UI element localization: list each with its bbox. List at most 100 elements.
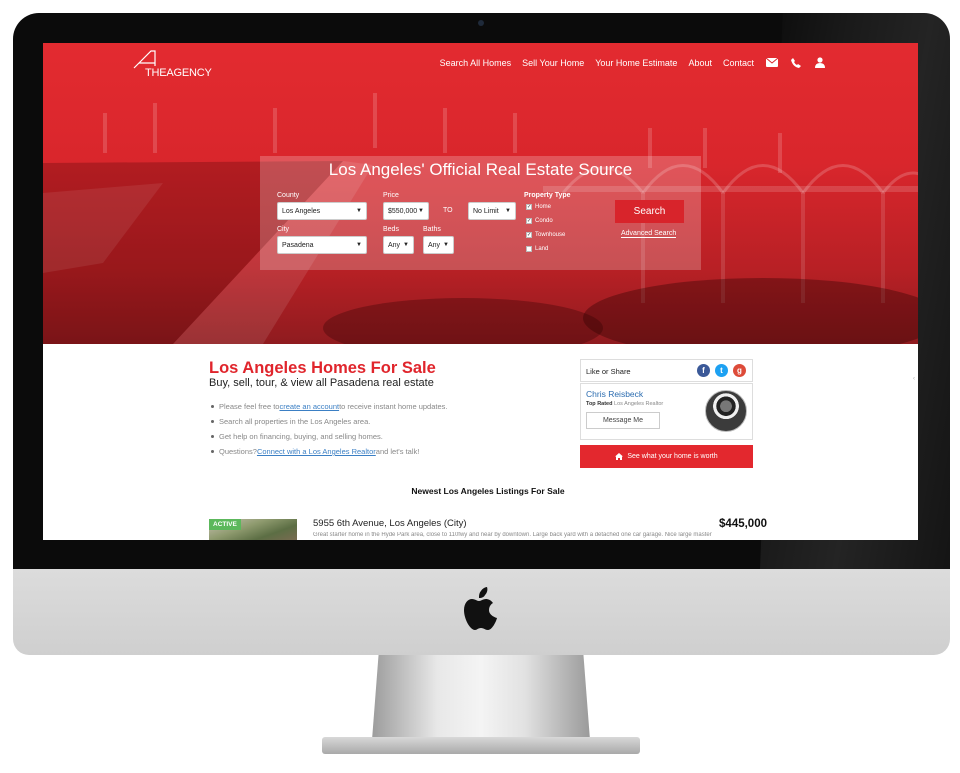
county-value: Los Angeles [282,208,321,215]
city-value: Pasadena [282,242,314,249]
checkbox-checked[interactable]: ✓ [526,218,532,224]
baths-value: Any [428,242,441,249]
list-item: Search all properties in the Los Angeles… [209,414,448,429]
page-subheading: Buy, sell, tour, & view all Pasadena rea… [209,377,434,389]
agent-title: Los Angeles Realtor [614,401,664,407]
create-account-link[interactable]: create an account [279,402,339,411]
nav-home-estimate[interactable]: Your Home Estimate [595,58,677,68]
logo-text: THEAGENCY [145,67,212,79]
price-min-select[interactable]: $550,000 ▼ [383,202,429,220]
beds-select[interactable]: Any ▼ [383,236,414,254]
browser-screen: THEAGENCY Search All Homes Sell Your Hom… [43,43,918,540]
list-item: Questions? Connect with a Los Angeles Re… [209,444,448,459]
home-icon [615,453,624,460]
property-type-townhouse[interactable]: ✓ Townhouse [526,232,565,238]
bullet-icon [211,420,214,423]
chevron-down-icon: ▼ [443,242,449,248]
listing-price: $445,000 [719,518,767,530]
beds-label: Beds [383,226,399,233]
search-button[interactable]: Search [615,200,684,223]
city-label: City [277,226,290,233]
status-badge: ACTIVE [209,519,241,530]
baths-label: Baths [423,226,441,233]
list-text: Search all properties in the Los Angeles… [219,417,371,426]
bullet-icon [211,450,214,453]
property-type-land[interactable]: Land [526,246,548,252]
nav-sell-your-home[interactable]: Sell Your Home [522,58,584,68]
listings-heading: Newest Los Angeles Listings For Sale [411,486,565,496]
checkbox-checked[interactable]: ✓ [526,232,532,238]
property-type-home[interactable]: ✓ Home [526,204,551,210]
county-label: County [277,192,300,199]
feature-list: Please feel free to create an account to… [209,399,448,459]
price-max-select[interactable]: No Limit ▼ [468,202,516,220]
monitor-stand [372,655,590,740]
list-text: Questions? [219,447,257,456]
checkbox-label: Condo [535,218,553,224]
search-title: Los Angeles' Official Real Estate Source [328,160,633,179]
twitter-icon[interactable]: t [715,364,728,377]
list-text: and let's talk! [375,447,420,456]
list-item: Please feel free to create an account to… [209,399,448,414]
home-worth-button[interactable]: See what your home is worth [580,445,753,468]
agent-rating: Top Rated [586,401,613,407]
scroll-indicator[interactable]: ‹ [913,376,918,384]
home-worth-label: See what your home is worth [627,453,718,460]
facebook-icon[interactable]: f [697,364,710,377]
page-heading: Los Angeles Homes For Sale [209,359,436,377]
price-to-label: TO [443,207,453,214]
nav-search-all-homes[interactable]: Search All Homes [440,58,512,68]
chevron-down-icon: ▼ [505,208,511,214]
message-me-button[interactable]: Message Me [586,412,660,429]
property-type-condo[interactable]: ✓ Condo [526,218,553,224]
property-type-label: Property Type [524,192,571,199]
list-text: to receive instant home updates. [339,402,448,411]
connect-realtor-link[interactable]: Connect with a Los Angeles Realtor [257,447,376,456]
main-content: Los Angeles Homes For Sale Buy, sell, to… [43,344,918,540]
avatar [705,390,747,432]
agent-card: Chris Reisbeck Top Rated Los Angeles Rea… [580,383,753,440]
chevron-down-icon: ▼ [356,208,362,214]
checkbox-label: Townhouse [535,232,566,238]
list-text: Get help on financing, buying, and selli… [219,432,383,441]
main-nav: Search All Homes Sell Your Home Your Hom… [440,57,826,68]
list-text: Please feel free to [219,402,280,411]
chevron-down-icon: ▼ [403,242,409,248]
bullet-icon [211,405,214,408]
checkbox-unchecked[interactable] [526,246,532,252]
advanced-search-link[interactable]: Advanced Search [621,230,677,238]
baths-select[interactable]: Any ▼ [423,236,454,254]
listing-card[interactable]: ACTIVE 5955 6th Avenue, Los Angeles (Cit… [209,514,769,540]
search-panel: Los Angeles' Official Real Estate Source… [260,156,701,270]
listing-address[interactable]: 5955 6th Avenue, Los Angeles (City) [313,518,467,529]
agent-name[interactable]: Chris Reisbeck [586,389,643,399]
user-icon[interactable] [813,57,826,68]
envelope-icon[interactable] [765,57,778,68]
county-select[interactable]: Los Angeles ▼ [277,202,367,220]
agent-subtitle: Top Rated Los Angeles Realtor [586,401,663,407]
apple-logo-icon [464,587,497,630]
monitor-stand-base [322,737,640,754]
nav-about[interactable]: About [688,58,712,68]
checkbox-label: Home [535,204,552,210]
price-label: Price [383,192,399,199]
checkbox-label: Land [535,246,549,252]
city-select[interactable]: Pasadena ▼ [277,236,367,254]
share-box: Like or Share f t g [580,359,753,382]
list-item: Get help on financing, buying, and selli… [209,429,448,444]
nav-contact[interactable]: Contact [723,58,754,68]
checkbox-checked[interactable]: ✓ [526,204,532,210]
listing-description: Great starter home in the Hyde Park area… [313,532,712,538]
phone-icon[interactable] [789,57,802,68]
share-label: Like or Share [586,367,631,376]
google-plus-icon[interactable]: g [733,364,746,377]
chevron-down-icon: ▼ [418,208,424,214]
hero-banner: THEAGENCY Search All Homes Sell Your Hom… [43,43,918,344]
price-max-value: No Limit [473,208,499,215]
webcam [478,20,484,26]
chevron-down-icon: ▼ [356,242,362,248]
imac-mockup: THEAGENCY Search All Homes Sell Your Hom… [0,0,960,773]
beds-value: Any [388,242,401,249]
bullet-icon [211,435,214,438]
price-min-value: $550,000 [388,208,418,215]
